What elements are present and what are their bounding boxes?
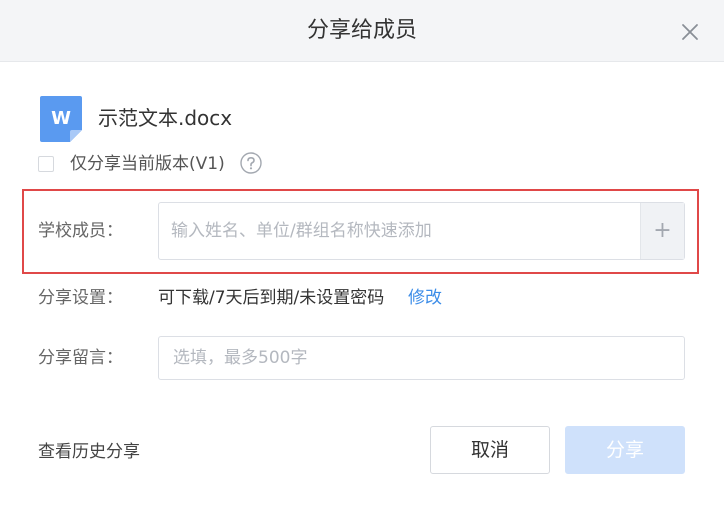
version-checkbox[interactable] bbox=[38, 156, 54, 172]
add-member-button[interactable]: + bbox=[640, 203, 684, 259]
file-name: 示范文本.docx bbox=[98, 106, 233, 130]
share-dialog: 分享给成员 W 示范文本.docx 仅分享当前版本(V1) 学校成员： 输入姓名… bbox=[0, 0, 724, 510]
share-button[interactable]: 分享 bbox=[565, 426, 685, 474]
version-option-label: 仅分享当前版本(V1) bbox=[70, 154, 225, 174]
settings-value: 可下载/7天后到期/未设置密码 bbox=[158, 288, 385, 308]
members-label: 学校成员： bbox=[38, 221, 123, 241]
question-circle-icon[interactable] bbox=[240, 152, 262, 174]
plus-icon: + bbox=[653, 218, 672, 243]
modify-settings-link[interactable]: 修改 bbox=[408, 286, 442, 310]
close-icon[interactable] bbox=[678, 20, 702, 44]
message-input[interactable] bbox=[158, 336, 685, 380]
members-input[interactable] bbox=[159, 203, 641, 259]
members-field: + bbox=[158, 202, 685, 260]
view-history-link[interactable]: 查看历史分享 bbox=[38, 440, 140, 464]
cancel-button[interactable]: 取消 bbox=[430, 426, 550, 474]
settings-label: 分享设置： bbox=[38, 288, 123, 308]
dialog-header: 分享给成员 bbox=[0, 0, 724, 62]
message-label: 分享留言： bbox=[38, 348, 123, 368]
word-icon-letter: W bbox=[51, 108, 71, 129]
word-doc-icon: W bbox=[40, 96, 82, 142]
dialog-title: 分享给成员 bbox=[306, 18, 417, 43]
